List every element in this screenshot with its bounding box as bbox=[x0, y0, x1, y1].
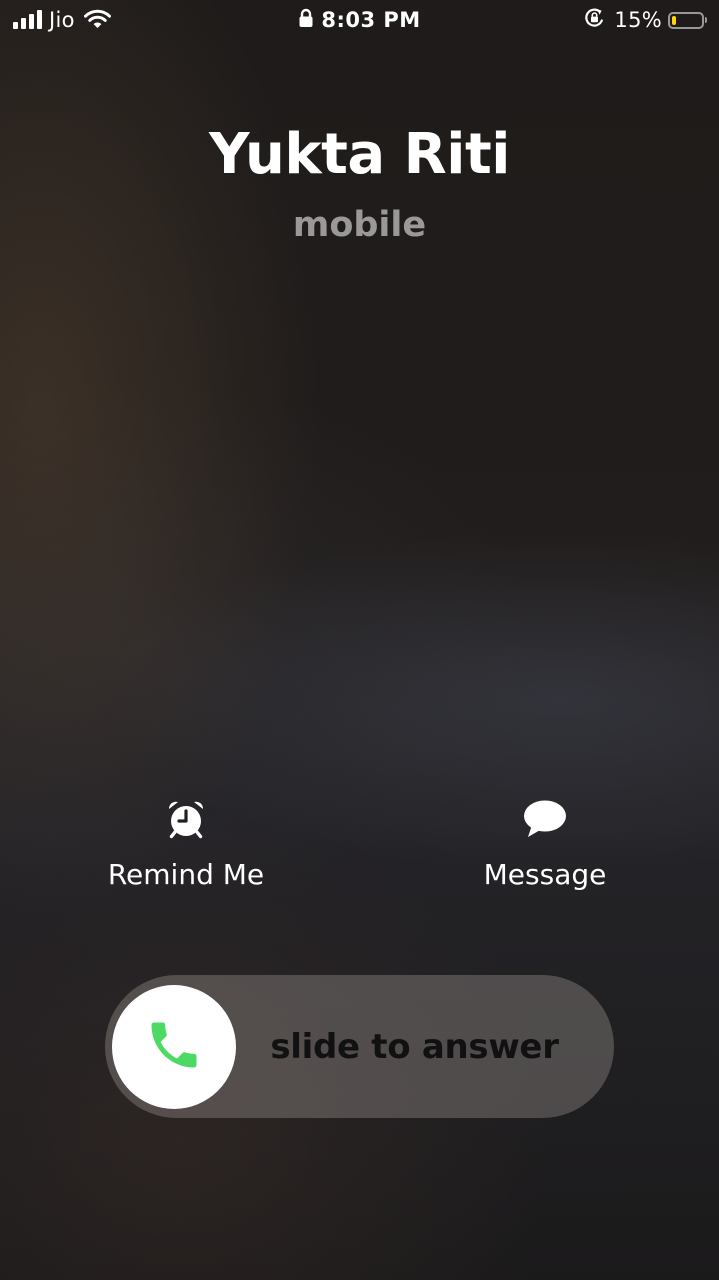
remind-me-button[interactable]: Remind Me bbox=[56, 798, 316, 891]
orientation-lock-icon bbox=[584, 7, 605, 33]
clock-time: 8:03 PM bbox=[321, 8, 421, 32]
caller-number-label: mobile bbox=[292, 205, 427, 245]
remind-me-label: Remind Me bbox=[107, 858, 265, 891]
slide-to-answer-label: slide to answer bbox=[270, 1026, 559, 1067]
answer-slider-handle[interactable] bbox=[112, 985, 236, 1109]
message-bubble-icon bbox=[415, 798, 675, 840]
status-bar: Jio 8:03 PM 15% bbox=[0, 0, 719, 40]
alarm-clock-icon bbox=[56, 798, 316, 840]
slide-to-answer-track[interactable]: slide to answer bbox=[105, 975, 614, 1118]
phone-icon bbox=[144, 1015, 204, 1079]
lock-icon bbox=[298, 8, 314, 33]
battery-icon bbox=[668, 11, 707, 29]
message-label: Message bbox=[483, 858, 607, 891]
caller-name: Yukta Riti bbox=[209, 122, 510, 187]
status-bar-right: 15% bbox=[584, 7, 707, 33]
message-button[interactable]: Message bbox=[415, 798, 675, 891]
battery-percent: 15% bbox=[614, 8, 662, 32]
